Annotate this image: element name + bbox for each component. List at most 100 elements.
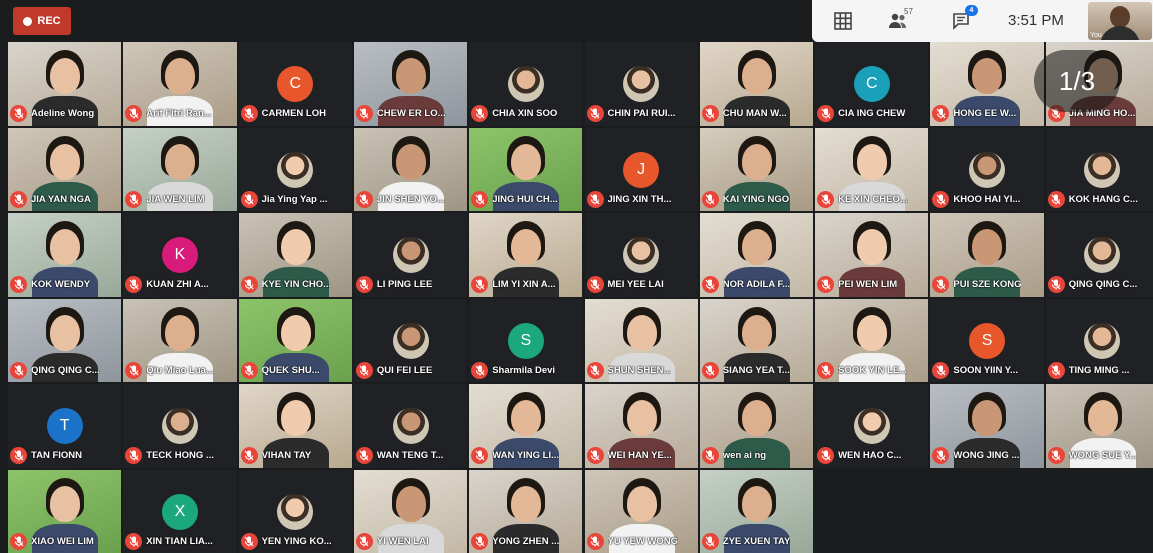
participant-tile[interactable]: KOK WENDY [8,213,122,297]
participant-tile[interactable]: CHU MAN W... [699,42,814,126]
self-view-tile[interactable]: You [1088,2,1152,40]
participant-tile[interactable]: J JING XIN TH... [584,127,698,211]
participant-grid: Adeline Wong Arif Fitri Ran... C CARMEN LOH… [0,0,1153,553]
participant-tile[interactable]: XIAO WEI LIM [8,469,122,553]
participant-name: CHIA XIN SOO [492,108,558,119]
participant-name-row: wen ai ng [701,447,811,465]
participant-tile[interactable]: KE XIN CHEO... [815,127,929,211]
participant-tile[interactable]: CHIA XIN SOO [469,42,583,126]
participant-tile[interactable]: QUI FEI LEE [353,298,468,382]
mic-muted-icon [1047,190,1065,208]
participant-tile[interactable]: CHEW ER LO... [353,42,468,126]
participant-face [741,314,772,351]
participant-name-row: KYE YIN CHO... [240,276,350,294]
participant-name-row: QING QING C... [10,361,119,379]
participant-tile[interactable]: KYE YIN CHO... [238,213,352,297]
participant-tile[interactable]: JING HUI CH... [469,127,583,211]
participant-tile[interactable]: Arif Fitri Ran... [123,42,237,126]
mic-muted-icon [125,190,143,208]
participant-tile[interactable]: JIA WEN LIM [123,127,237,211]
mic-muted-icon [817,276,835,293]
participant-tile[interactable]: HONG EE W... [930,42,1044,126]
participant-tile[interactable]: S SOON YIIN Y... [930,298,1044,382]
participant-name: YI WEN LAI [376,535,429,547]
people-icon[interactable]: 57 [887,7,913,32]
participant-tile[interactable]: Qiu Miao Lua... [123,298,237,382]
participant-tile[interactable]: JIA YAN NGA [8,127,122,211]
participant-name-row: KE XIN CHEO... [817,190,926,208]
mic-muted-icon [355,532,373,550]
participant-name: LI PING LEE [376,279,433,290]
participant-tile[interactable]: WEN HAO C... [815,384,929,468]
mic-muted-icon [932,276,950,293]
participant-tile[interactable]: TECK HONG ... [123,384,237,468]
participant-tile[interactable]: T TAN FIONN [8,384,122,468]
participant-tile[interactable]: JIN SHEN YO... [353,127,468,211]
mic-muted-icon [10,361,27,379]
participant-tile[interactable]: YI WEN LAI [353,469,468,553]
participant-name: JING HUI CH... [492,193,558,205]
participant-tile[interactable]: Adeline Wong [8,42,122,126]
participant-name: KE XIN CHEO... [838,193,908,205]
participant-tile[interactable]: WONG JING ... [930,384,1044,468]
participant-name-row: KUAN ZHI A... [125,276,234,294]
participant-tile[interactable]: X XIN TIAN LIA... [123,469,237,553]
chat-icon[interactable]: 4 [950,5,978,32]
participant-name: CARMEN LOH [261,108,326,119]
mic-muted-icon [10,447,27,464]
participant-name-row: QING QING C... [1047,276,1153,294]
participant-tile[interactable]: YONG ZHEN ... [469,469,583,553]
participant-tile[interactable]: LIM YI XIN A... [469,213,583,297]
participant-tile[interactable]: LI PING LEE [353,213,468,297]
participant-tile[interactable]: NOR ADILA F... [699,213,814,297]
participant-tile[interactable]: KOK HANG C... [1045,127,1153,211]
participant-tile[interactable]: ZYE XUEN TAY [699,469,814,553]
meeting-toolbar: 57 4 3:51 PM You [812,0,1153,42]
participant-tile[interactable]: SOOK YIN LE... [815,298,929,382]
participant-face [165,58,196,94]
participant-tile[interactable]: PUI SZE KONG [930,213,1044,297]
participant-tile[interactable]: SHUN SHEN... [584,298,698,382]
mic-muted-icon [10,190,27,208]
participant-name-row: YI WEN LAI [355,532,465,550]
participant-name: Qiu Miao Lua... [146,364,214,376]
participant-tile[interactable]: QING QING C... [8,298,122,382]
participant-tile[interactable]: C CARMEN LOH [238,42,352,126]
participant-tile[interactable]: SIANG YEA T... [699,298,814,382]
participant-tile[interactable]: MEI YEE LAI [584,213,698,297]
participant-tile[interactable]: CHIN PAI RUI... [584,42,698,126]
participant-face [857,314,888,351]
participant-face [511,400,542,436]
participant-tile[interactable]: Jia Ying Yap ... [238,127,352,211]
participant-tile[interactable]: TING MING ... [1045,298,1153,382]
participant-tile[interactable]: VIHAN TAY [238,384,352,468]
participant-tile[interactable]: S Sharmila Devi [469,298,583,382]
participant-tile[interactable]: PEI WEN LIM [815,213,929,297]
mic-muted-icon [125,361,143,379]
participant-tile[interactable]: wen ai ng [699,384,814,468]
participant-name: CHU MAN W... [722,108,787,119]
mic-muted-icon [701,190,719,208]
page-indicator[interactable]: 1/3 [1034,50,1120,112]
participant-face [626,400,657,436]
grid-view-icon[interactable] [832,10,854,32]
participant-tile[interactable]: C CIA ING CHEW [815,42,929,126]
participant-tile[interactable]: YU YEW WONG [584,469,698,553]
mic-muted-icon [586,447,604,464]
participant-tile[interactable]: K KUAN ZHI A... [123,213,237,297]
participant-name: WONG SUE Y... [1068,450,1138,461]
participant-tile[interactable]: WEI HAN YE... [584,384,698,468]
participant-tile[interactable]: WONG SUE Y... [1045,384,1153,468]
participant-face [857,229,888,265]
participant-name: TAN FIONN [31,450,83,461]
avatar-photo [392,322,429,359]
participant-tile[interactable]: QUEK SHU... [238,298,352,382]
participant-tile[interactable]: QING QING C... [1045,213,1153,297]
participant-tile[interactable]: YEN YING KO... [238,469,352,553]
participant-name-row: PEI WEN LIM [817,276,926,294]
avatar-initial: X [161,493,198,530]
participant-tile[interactable]: WAN YING LI... [469,384,583,468]
participant-tile[interactable]: KAI YING NGO [699,127,814,211]
participant-tile[interactable]: KHOO HAI YI... [930,127,1044,211]
participant-tile[interactable]: WAN TENG T... [353,384,468,468]
